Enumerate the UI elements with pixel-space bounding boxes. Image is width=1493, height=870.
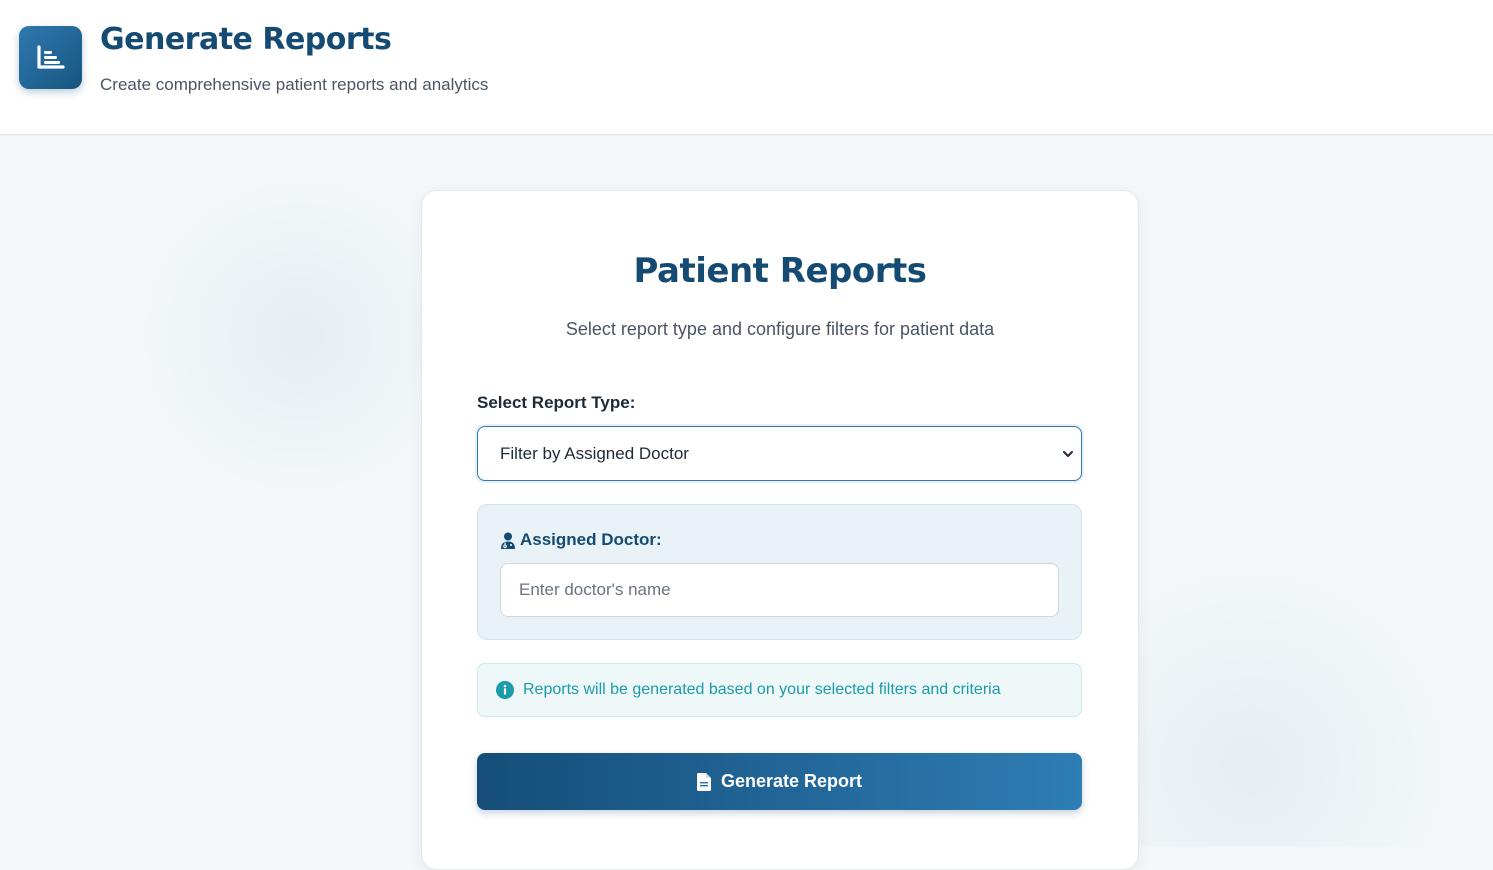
- card-subtitle: Select report type and configure filters…: [565, 319, 995, 339]
- doctor-filter-label: Assigned Doctor:: [520, 530, 662, 549]
- file-icon: [696, 772, 711, 791]
- chevron-down-icon: [1063, 451, 1073, 457]
- report-type-selected-value: Filter by Assigned Doctor: [500, 444, 689, 463]
- generate-report-button[interactable]: Generate Report: [477, 753, 1082, 810]
- chart-bar-icon: [19, 26, 82, 89]
- doctor-filter-panel: Assigned Doctor:: [477, 504, 1082, 640]
- report-card: Patient Reports Select report type and c…: [421, 190, 1139, 870]
- generate-report-label: Generate Report: [720, 771, 863, 791]
- doctor-name-input[interactable]: [500, 563, 1059, 617]
- page-subtitle: Create comprehensive patient reports and…: [100, 75, 489, 94]
- info-circle-icon: [496, 681, 514, 699]
- report-type-label: Select Report Type:: [477, 393, 636, 412]
- doctor-label-row: Assigned Doctor:: [500, 530, 662, 550]
- user-doctor-icon: [501, 532, 515, 549]
- info-text: Reports will be generated based on your …: [523, 681, 1001, 698]
- report-type-select[interactable]: Filter by Assigned Doctor: [477, 426, 1082, 481]
- info-note: Reports will be generated based on your …: [477, 663, 1082, 717]
- card-title: Patient Reports: [633, 251, 927, 291]
- page-title: Generate Reports: [100, 22, 392, 57]
- page-header: Generate Reports Create comprehensive pa…: [0, 0, 1493, 135]
